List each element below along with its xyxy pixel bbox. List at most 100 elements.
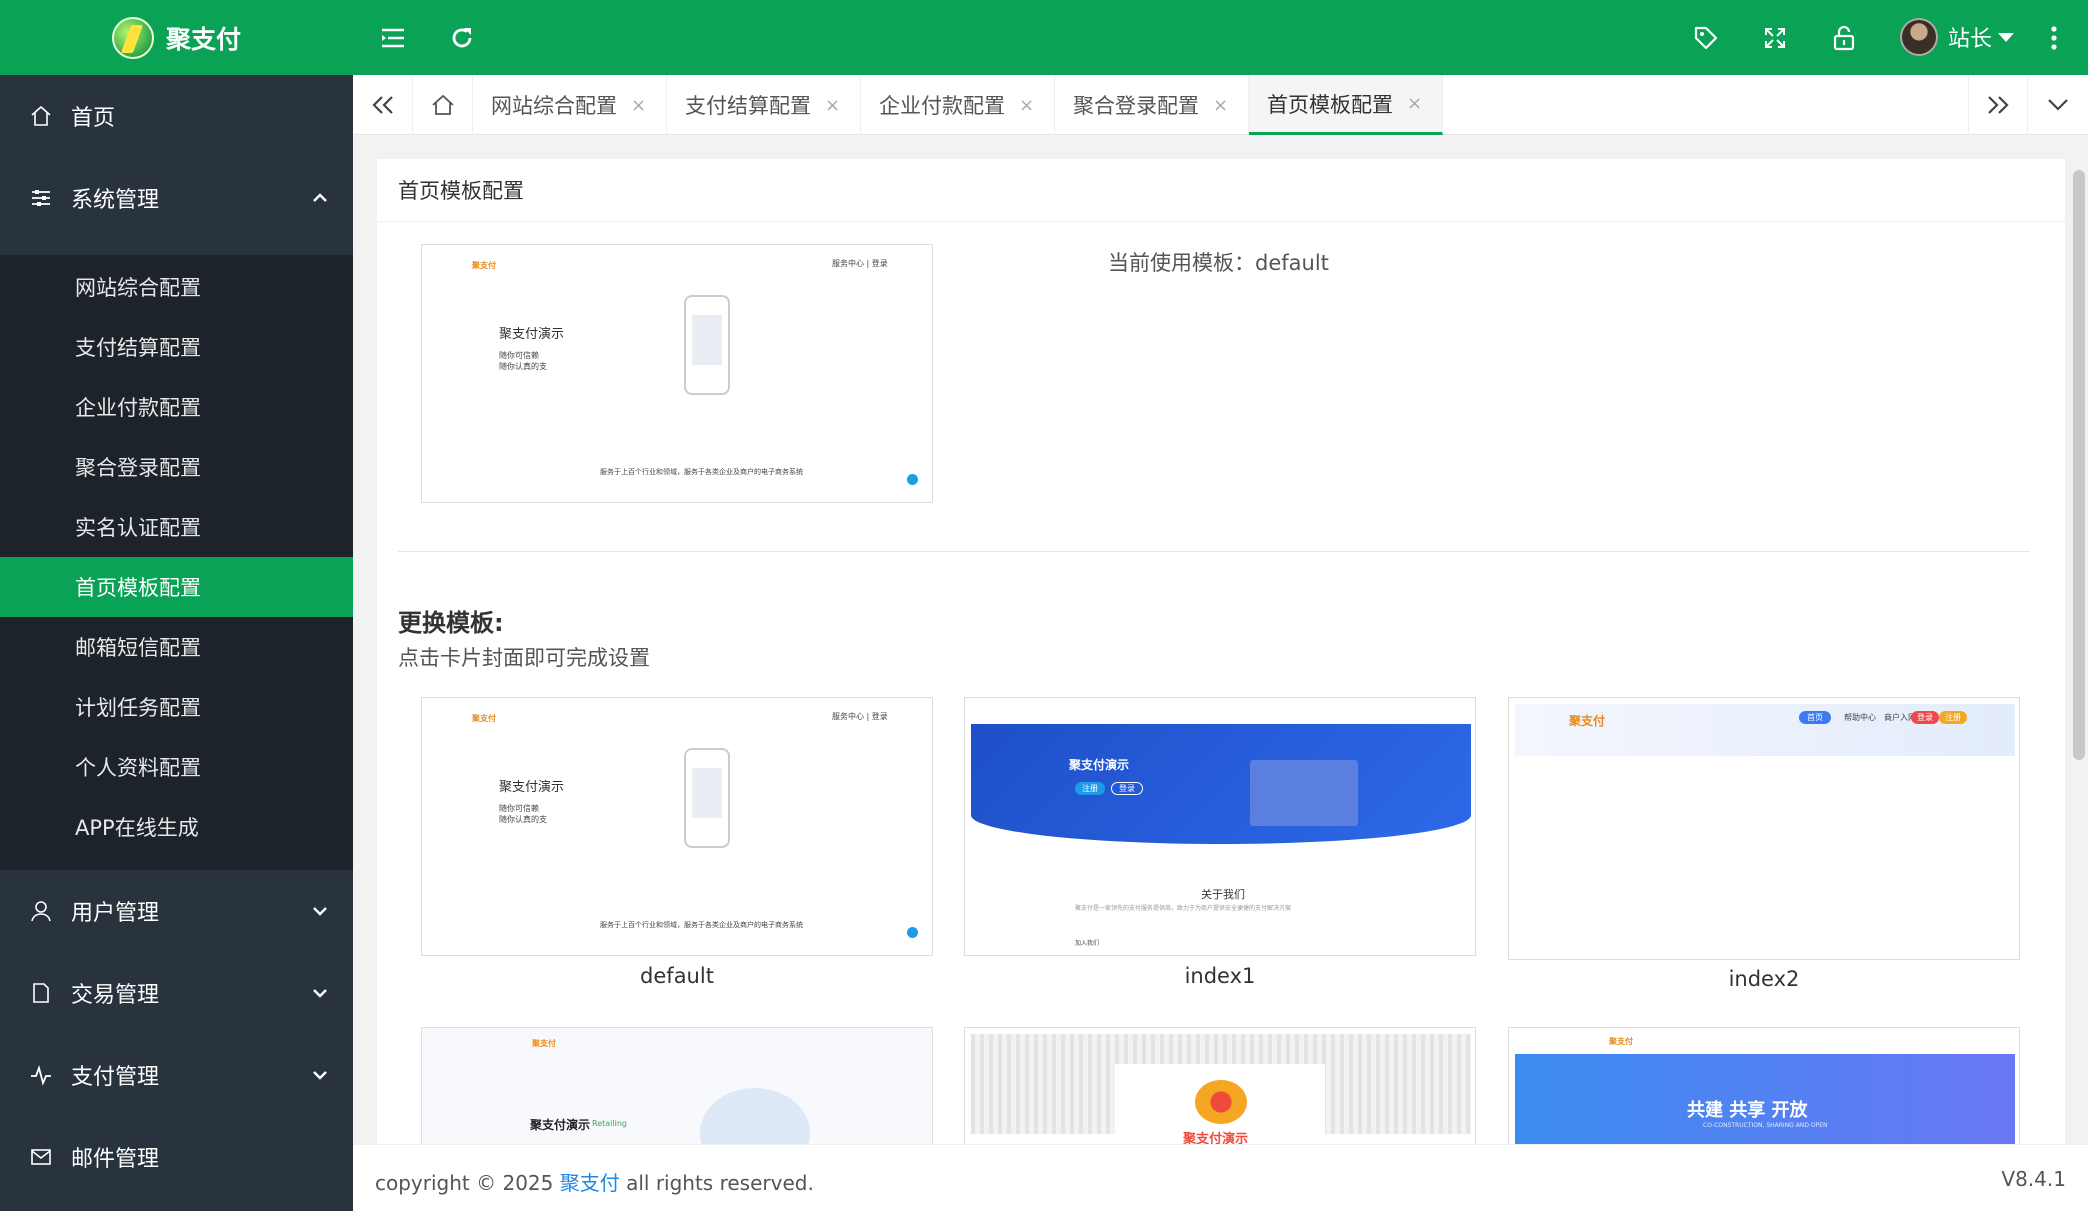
thumb-headline: 聚支付演示 xyxy=(499,327,565,342)
top-header: 聚支付 站长 xyxy=(0,0,2088,75)
thumb-button: 注册 xyxy=(1939,711,1967,724)
logo-icon xyxy=(1195,1080,1247,1124)
template-card-default[interactable]: 聚支付 服务中心 | 登录 聚支付演示 随你可信赖 随你认真的支 服务于上百个行… xyxy=(421,697,933,956)
chevron-down-icon xyxy=(313,907,327,916)
tab-login-config[interactable]: 聚合登录配置 × xyxy=(1055,75,1249,135)
tag-icon[interactable] xyxy=(1686,18,1726,58)
thumb-footer-text: 服务于上百个行业和领域，服务于各类企业及商户的电子商务系统 xyxy=(600,921,803,929)
tab-enterprise-config[interactable]: 企业付款配置 × xyxy=(861,75,1055,135)
more-icon[interactable] xyxy=(2034,18,2074,58)
tab-template-config[interactable]: 首页模板配置 × xyxy=(1249,75,1443,135)
thumb-illustration xyxy=(700,1088,810,1144)
thumb-logo: 聚支付 xyxy=(1569,714,1606,728)
template-card-index1[interactable]: 聚支付演示 注册 登录 关于我们 聚支付是一家领先的支付服务提供商，致力于为商户… xyxy=(964,697,1476,956)
close-icon[interactable]: × xyxy=(631,95,646,116)
app-name: 聚支付 xyxy=(166,25,242,54)
phone-mockup xyxy=(684,748,730,848)
lock-icon[interactable] xyxy=(1824,18,1864,58)
footer-brand-link[interactable]: 聚支付 xyxy=(560,1171,620,1195)
chevron-down-icon xyxy=(313,989,327,998)
user-menu[interactable]: 站长 xyxy=(1900,16,2015,58)
sidebar-item-label: 邮件管理 xyxy=(71,1147,160,1172)
fullscreen-icon[interactable] xyxy=(1755,18,1795,58)
template-card-index5[interactable]: 聚支付 共建 共享 开放 CO-CONSTRUCTION, SHARING AN… xyxy=(1508,1027,2020,1144)
thumb-logo: 聚支付 xyxy=(532,1039,556,1048)
thumb-join: 加入我们 xyxy=(1075,940,1100,947)
tab-settlement-config[interactable]: 支付结算配置 × xyxy=(667,75,861,135)
tab-dropdown-icon[interactable] xyxy=(2028,75,2088,135)
user-name: 站长 xyxy=(1948,27,1993,52)
chevron-down-icon xyxy=(313,1071,327,1080)
sidebar-subitem[interactable]: 计划任务配置 xyxy=(0,677,353,737)
thumb-headline: 聚支付演示 xyxy=(530,1118,591,1132)
sidebar-item-mail[interactable]: 邮件管理 xyxy=(0,1116,353,1198)
change-template-desc: 点击卡片封面即可完成设置 xyxy=(398,646,650,670)
scrollbar[interactable] xyxy=(2073,170,2085,760)
close-icon[interactable]: × xyxy=(1213,95,1228,116)
template-card-index2[interactable]: 聚支付 首页 帮助中心 商户入网 登录 注册 xyxy=(1508,697,2020,960)
thumb-about-desc: 聚支付是一家领先的支付服务提供商，致力于为商户提供安全便捷的支付解决方案 xyxy=(1075,905,1292,912)
thumb-headline: 聚支付演示 xyxy=(1069,758,1130,772)
sidebar-subitem[interactable]: 聚合登录配置 xyxy=(0,437,353,497)
template-card-index3[interactable]: 聚支付 聚支付演示 Retailing xyxy=(421,1027,933,1144)
refresh-icon[interactable] xyxy=(442,18,482,58)
thumb-line: 随你认真的支 xyxy=(499,815,547,824)
thumb-button: 注册 xyxy=(1075,782,1105,795)
avatar xyxy=(1900,18,1938,56)
close-icon[interactable]: × xyxy=(1019,95,1034,116)
section-divider xyxy=(398,551,2030,552)
template-name-index2: index2 xyxy=(1728,967,1800,991)
thumb-hero-banner xyxy=(971,724,1471,844)
tab-site-config[interactable]: 网站综合配置 × xyxy=(473,75,667,135)
chevron-down-icon xyxy=(1998,32,2015,42)
thumb-subline: CO-CONSTRUCTION, SHARING AND OPEN xyxy=(1703,1122,1828,1129)
menu-toggle-icon[interactable] xyxy=(373,18,413,58)
tab-scroll-right-icon[interactable] xyxy=(1968,75,2028,135)
sidebar-item-trade[interactable]: 交易管理 xyxy=(0,952,353,1034)
sidebar-subitem[interactable]: 网站综合配置 xyxy=(0,257,353,317)
page-title: 首页模板配置 xyxy=(398,179,524,203)
thumb-button: 登录 xyxy=(1911,711,1939,724)
sidebar-subitem[interactable]: 实名认证配置 xyxy=(0,497,353,557)
system-submenu: 网站综合配置 支付结算配置 企业付款配置 聚合登录配置 实名认证配置 首页模板配… xyxy=(0,255,353,870)
app-logo[interactable]: 聚支付 xyxy=(112,16,241,60)
sidebar-subitem[interactable]: 个人资料配置 xyxy=(0,737,353,797)
user-icon xyxy=(31,901,51,922)
thumb-tag: Retailing xyxy=(592,1119,627,1128)
thumb-line: 随你可信赖 xyxy=(499,804,539,813)
thumb-illustration xyxy=(1250,760,1358,826)
tab-home-icon[interactable] xyxy=(413,75,473,135)
thumb-about: 关于我们 xyxy=(1201,888,1245,901)
main-panel: 首页模板配置 聚支付 服务中心 | 登录 聚支付演示 随你可信赖 随你认真的支 … xyxy=(377,159,2065,1144)
thumb-line: 随你可信赖 xyxy=(499,351,539,360)
thumb-brand: 聚支付演示 xyxy=(1183,1132,1249,1144)
sidebar-item-home[interactable]: 首页 xyxy=(0,75,353,157)
sidebar-subitem[interactable]: 企业付款配置 xyxy=(0,377,353,437)
logo-icon xyxy=(112,17,154,59)
sidebar-subitem[interactable]: 支付结算配置 xyxy=(0,317,353,377)
sidebar-item-users[interactable]: 用户管理 xyxy=(0,870,353,952)
close-icon[interactable]: × xyxy=(825,95,840,116)
sidebar-subitem-active[interactable]: 首页模板配置 xyxy=(0,557,353,617)
sidebar-item-label: 支付管理 xyxy=(71,1065,160,1090)
document-icon xyxy=(33,983,49,1003)
tab-scroll-left-icon[interactable] xyxy=(353,75,413,135)
thumb-button: 登录 xyxy=(1111,782,1143,795)
sidebar-item-label: 系统管理 xyxy=(71,188,160,213)
chat-bubble-icon xyxy=(907,927,918,938)
thumb-nav: 服务中心 | 登录 xyxy=(832,712,888,721)
thumb-headline: 共建 共享 开放 xyxy=(1687,1100,1808,1121)
phone-mockup xyxy=(684,295,730,395)
template-card-index4[interactable]: 聚支付演示 xyxy=(964,1027,1476,1144)
sidebar-subitem[interactable]: 邮箱短信配置 xyxy=(0,617,353,677)
sidebar-item-label: 首页 xyxy=(71,106,116,131)
copyright: copyright © 2025 聚支付 all rights reserved… xyxy=(375,1171,814,1195)
sidebar-item-payment[interactable]: 支付管理 xyxy=(0,1034,353,1116)
thumb-logo: 聚支付 xyxy=(472,714,496,723)
sidebar-subitem[interactable]: APP在线生成 xyxy=(0,797,353,857)
sidebar-item-system[interactable]: 系统管理 xyxy=(0,157,353,239)
close-icon[interactable]: × xyxy=(1407,93,1422,114)
sidebar-item-label: 交易管理 xyxy=(71,983,160,1008)
version: V8.4.1 xyxy=(2001,1167,2066,1191)
template-name-default: default xyxy=(640,964,714,988)
